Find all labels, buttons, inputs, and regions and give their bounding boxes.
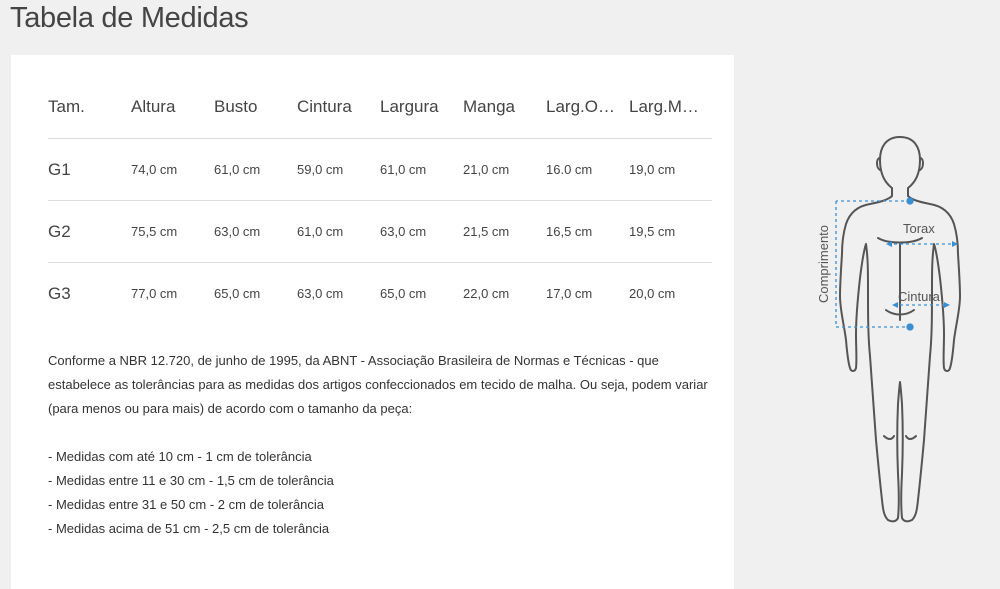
tolerance-item: - Medidas acima de 51 cm - 2,5 cm de tol…: [48, 521, 330, 536]
table-cell: 20,0 cm: [629, 286, 676, 301]
size-table: Tam. Altura Busto Cintura Largura Manga …: [48, 76, 712, 324]
header-bust: Busto: [214, 76, 297, 139]
table-cell: 19,5 cm: [629, 200, 712, 263]
table-cell: 63,0 cm: [297, 286, 344, 301]
length-label: Comprimento: [816, 225, 831, 303]
table-cell: 22,0 cm: [463, 286, 510, 301]
table-cell: 61,0 cm: [380, 138, 463, 201]
tolerance-item: - Medidas com até 10 cm - 1 cm de tolerâ…: [48, 449, 312, 464]
table-cell: 61,0 cm: [214, 138, 297, 201]
table-cell: 21,0 cm: [463, 138, 546, 201]
table-cell: 61,0 cm: [297, 200, 380, 263]
header-width: Largura: [380, 76, 463, 139]
measurement-guides: [835, 197, 958, 331]
table-cell: 65,0 cm: [214, 286, 261, 301]
page-title: Tabela de Medidas: [10, 2, 249, 34]
table-cell: 19,0 cm: [629, 138, 712, 201]
table-cell: 75,5 cm: [131, 200, 214, 263]
header-height: Altura: [131, 76, 214, 139]
tolerance-notes: Conforme a NBR 12.720, de junho de 1995,…: [48, 349, 708, 541]
table-row: G3 77,0 cm 65,0 cm 63,0 cm 65,0 cm 22,0 …: [48, 263, 712, 325]
body-measurement-figure: Torax Cintura Comprimento: [800, 120, 1000, 540]
header-sleeve: Manga: [463, 76, 546, 139]
tolerance-item: - Medidas entre 31 e 50 cm - 2 cm de tol…: [48, 497, 325, 512]
table-cell: 16,5 cm: [546, 200, 629, 263]
table-row: G2 75,5 cm 63,0 cm 61,0 cm 63,0 cm 21,5 …: [48, 200, 712, 263]
waist-label: Cintura: [898, 289, 941, 304]
header-larg-o: Larg.O…: [546, 76, 629, 139]
table-cell: 63,0 cm: [380, 200, 463, 263]
body-outline: [839, 136, 961, 523]
table-header-row: Tam. Altura Busto Cintura Largura Manga …: [48, 76, 712, 139]
hem-marker: [906, 323, 914, 331]
table-row: G1 74,0 cm 61,0 cm 59,0 cm 61,0 cm 21,0 …: [48, 138, 712, 201]
table-cell-size: G3: [48, 283, 71, 303]
size-chart-card: Tam. Altura Busto Cintura Largura Manga …: [11, 55, 734, 589]
table-cell: 74,0 cm: [131, 138, 214, 201]
tolerance-intro: Conforme a NBR 12.720, de junho de 1995,…: [48, 353, 708, 416]
table-cell-size: G1: [48, 138, 131, 201]
table-cell-size: G2: [48, 200, 131, 263]
table-cell: 17,0 cm: [546, 286, 593, 301]
waist-arrow-right-icon: [944, 302, 950, 308]
header-larg-m: Larg.M…: [629, 76, 712, 139]
table-cell: 63,0 cm: [214, 200, 297, 263]
table-cell: 77,0 cm: [131, 286, 178, 301]
table-cell: 65,0 cm: [380, 286, 427, 301]
header-waist: Cintura: [297, 76, 380, 139]
tolerance-item: - Medidas entre 11 e 30 cm - 1,5 cm de t…: [48, 473, 334, 488]
chest-label: Torax: [903, 221, 935, 236]
table-cell: 21,5 cm: [463, 200, 546, 263]
body-outline-illustration: Torax Cintura Comprimento: [816, 136, 961, 523]
table-cell: 59,0 cm: [297, 138, 380, 201]
table-cell: 16.0 cm: [546, 138, 629, 201]
header-size: Tam.: [48, 76, 131, 139]
